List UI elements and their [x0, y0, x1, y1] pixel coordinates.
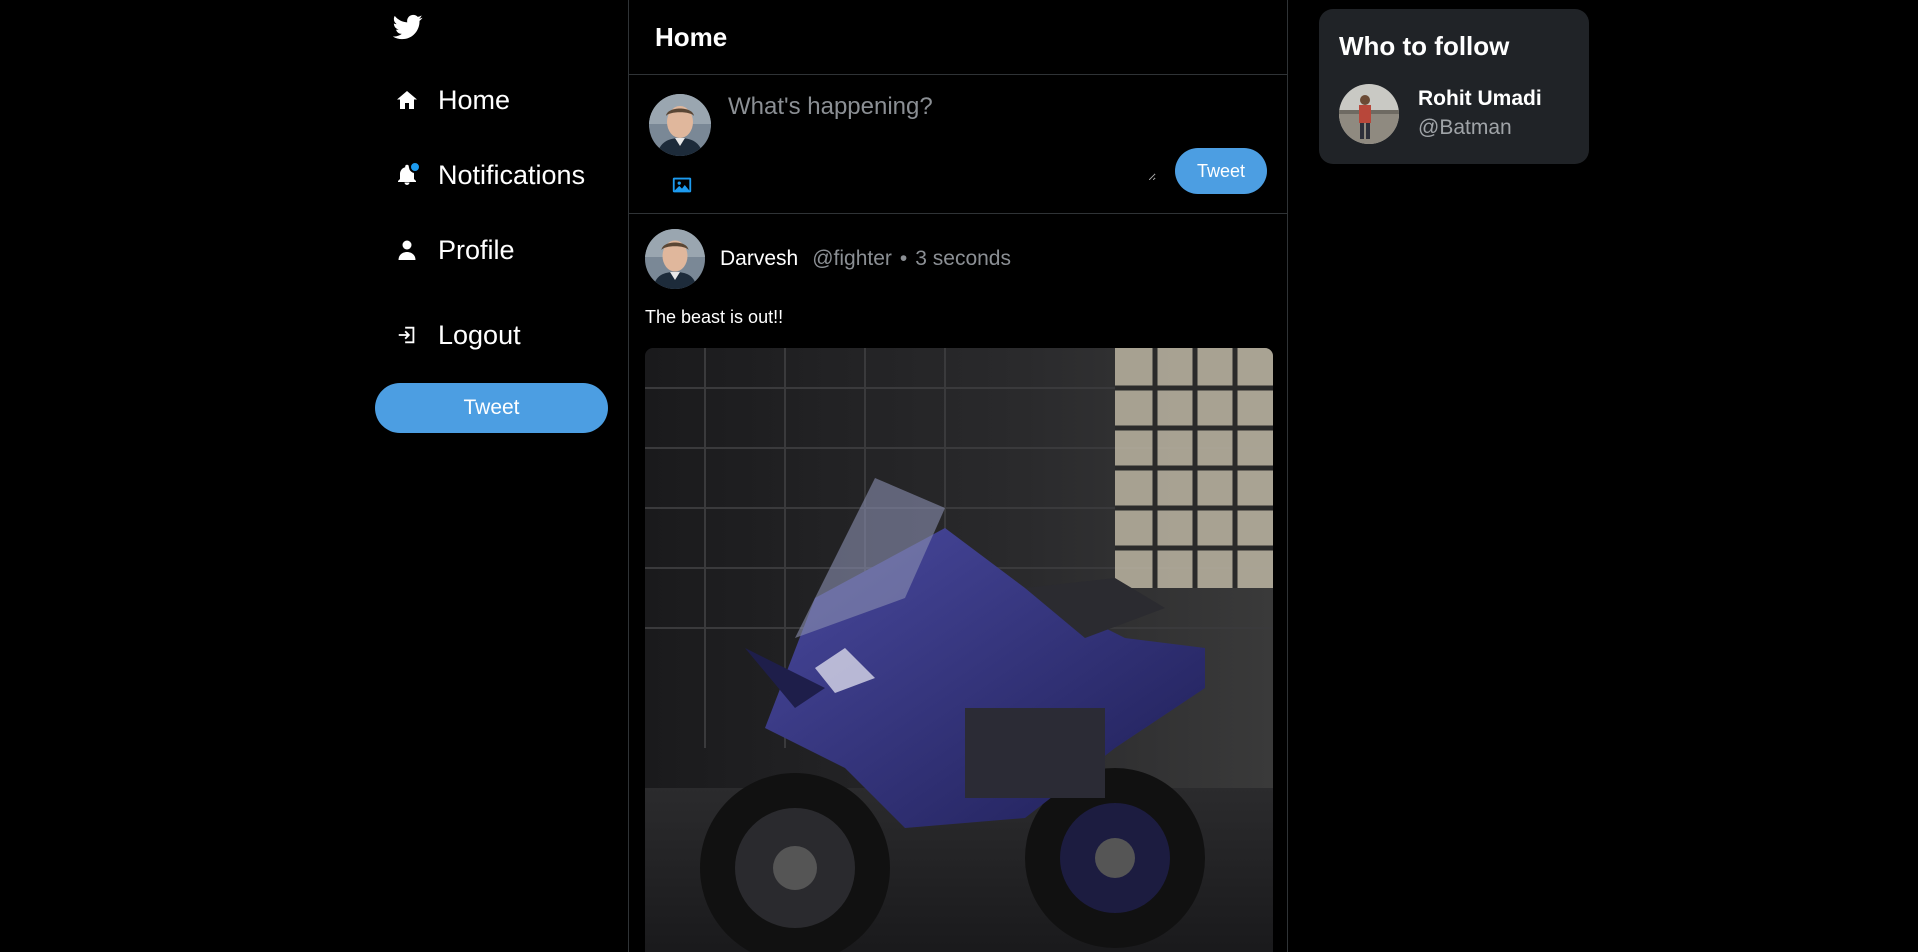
nav-item-home[interactable]: Home: [393, 78, 510, 122]
avatar[interactable]: [649, 94, 711, 156]
bell-icon: [393, 161, 421, 189]
avatar[interactable]: [1339, 84, 1399, 144]
nav-item-label: Logout: [438, 319, 521, 350]
composer-tweet-button[interactable]: Tweet: [1175, 148, 1267, 194]
main-feed: Home Tweet: [628, 0, 1288, 952]
motorcycle-photo[interactable]: [645, 348, 1273, 952]
who-to-follow-card: Who to follow Rohit Umadi @Batman: [1319, 9, 1589, 164]
nav-item-label: Profile: [438, 234, 515, 265]
tweet-composer: Tweet: [629, 75, 1287, 214]
app: Home Notifications Profile Logout Tweet: [0, 0, 1918, 952]
home-icon: [393, 86, 421, 114]
nav-item-label: Notifications: [438, 159, 586, 190]
feed-header: Home: [629, 0, 1287, 75]
post-timestamp: 3 seconds: [915, 247, 1011, 270]
suggested-user-handle[interactable]: @Batman: [1418, 116, 1512, 140]
tweet-input[interactable]: [728, 93, 1156, 181]
author-name[interactable]: Darvesh: [720, 247, 798, 271]
suggested-user-name[interactable]: Rohit Umadi: [1418, 87, 1542, 111]
tweet-button[interactable]: Tweet: [375, 383, 608, 433]
nav-item-label: Home: [438, 84, 511, 115]
user-icon: [393, 236, 421, 264]
author-handle[interactable]: @fighter: [812, 247, 892, 271]
left-nav: Home Notifications Profile Logout Tweet: [0, 0, 628, 952]
post-text: The beast is out!!: [645, 307, 784, 327]
image-upload-icon[interactable]: [671, 174, 695, 198]
avatar[interactable]: [645, 229, 705, 289]
logout-icon: [393, 321, 421, 349]
separator-dot: •: [899, 247, 908, 270]
notification-badge: [409, 161, 421, 173]
post-meta: Darvesh @fighter • 3 seconds: [720, 247, 1011, 271]
twitter-logo-icon[interactable]: [392, 12, 425, 44]
nav-item-profile[interactable]: Profile: [393, 228, 515, 272]
nav-item-notifications[interactable]: Notifications: [393, 153, 585, 197]
nav-item-logout[interactable]: Logout: [393, 313, 521, 357]
card-title: Who to follow: [1339, 31, 1510, 61]
page-title: Home: [655, 21, 728, 52]
